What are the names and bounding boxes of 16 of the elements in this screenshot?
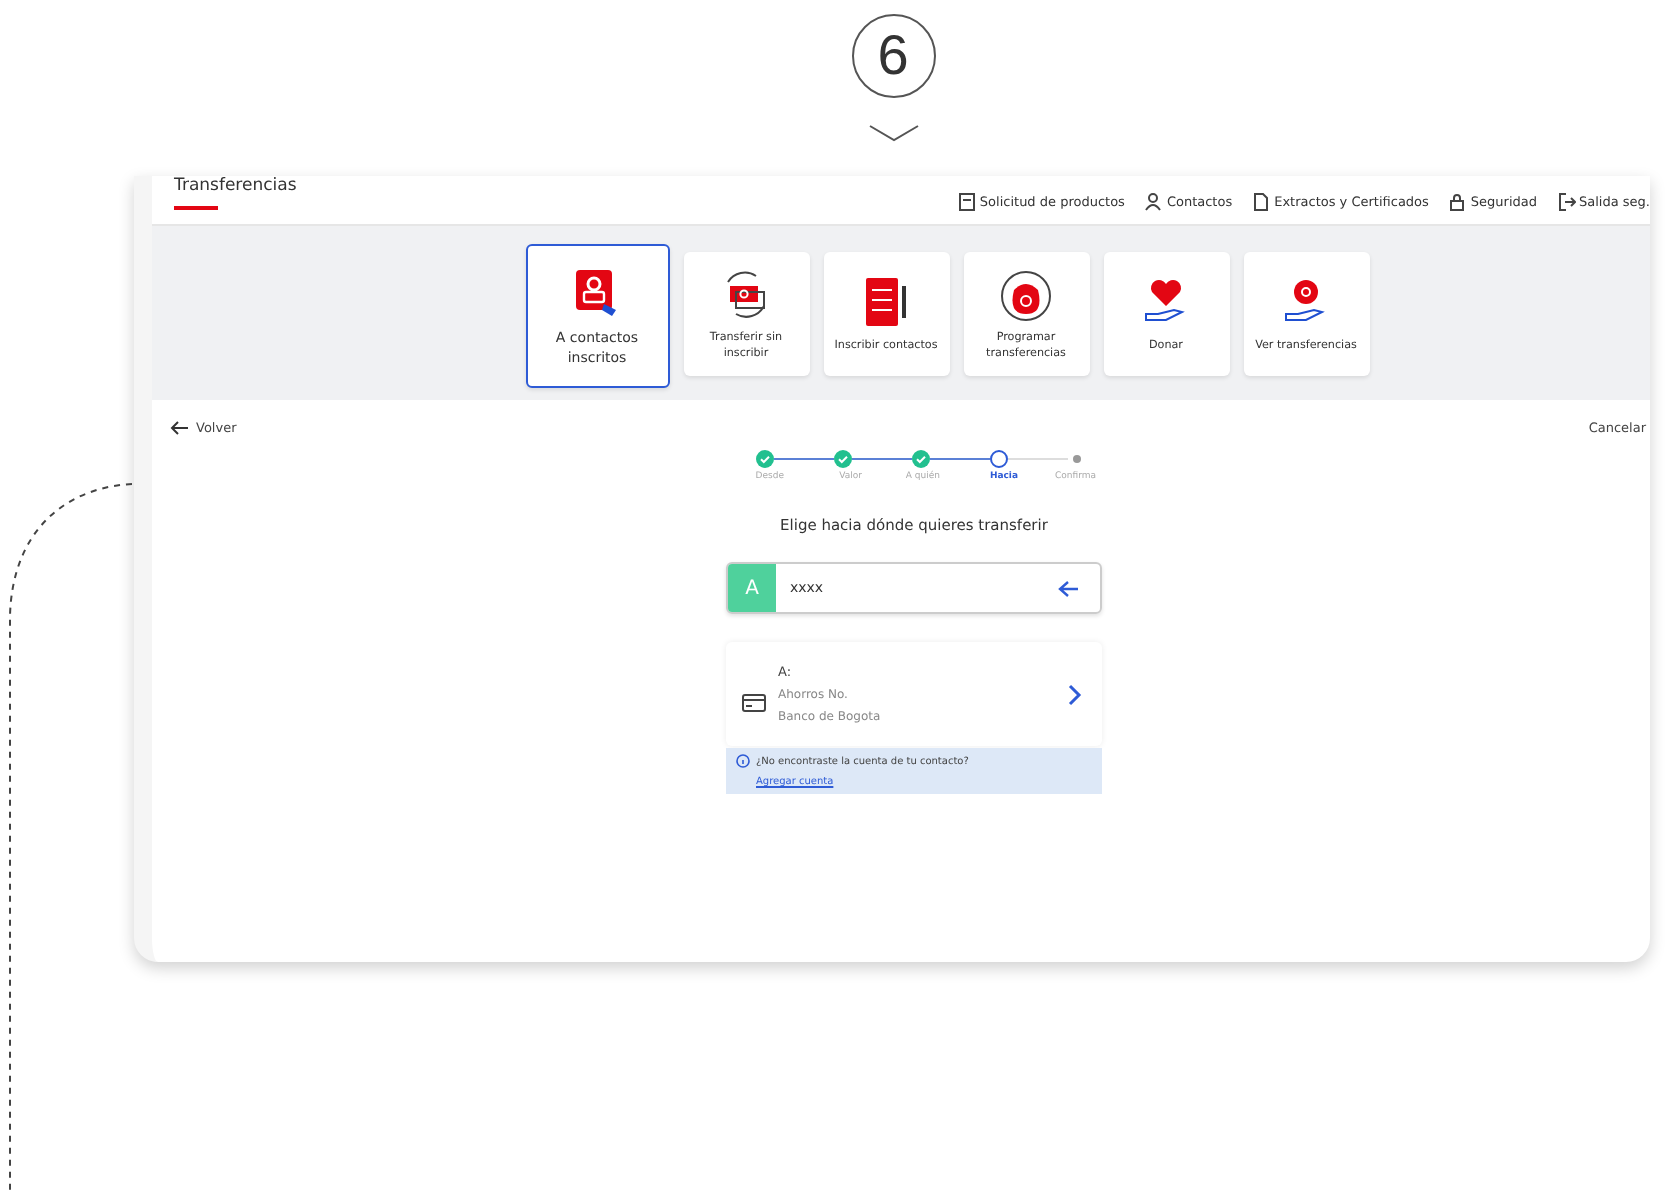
initial-avatar: A: [728, 564, 776, 612]
chevron-down-icon: [867, 124, 919, 144]
page-title: Transferencias: [174, 176, 297, 198]
exit-icon: [1557, 192, 1576, 212]
chevron-right-icon: [1068, 683, 1082, 705]
info-icon: [736, 754, 750, 768]
lock-icon: [1448, 192, 1467, 212]
document-icon: [957, 192, 976, 212]
file-icon: [1252, 192, 1271, 212]
title-underline: [174, 206, 218, 210]
person-icon: [1144, 192, 1163, 212]
back-arrow-icon: [170, 420, 190, 436]
card-icon: [742, 693, 766, 711]
back-arrow-icon: [1058, 579, 1080, 597]
step-number: 6: [851, 14, 935, 98]
money-bag-icon: [996, 266, 1056, 322]
